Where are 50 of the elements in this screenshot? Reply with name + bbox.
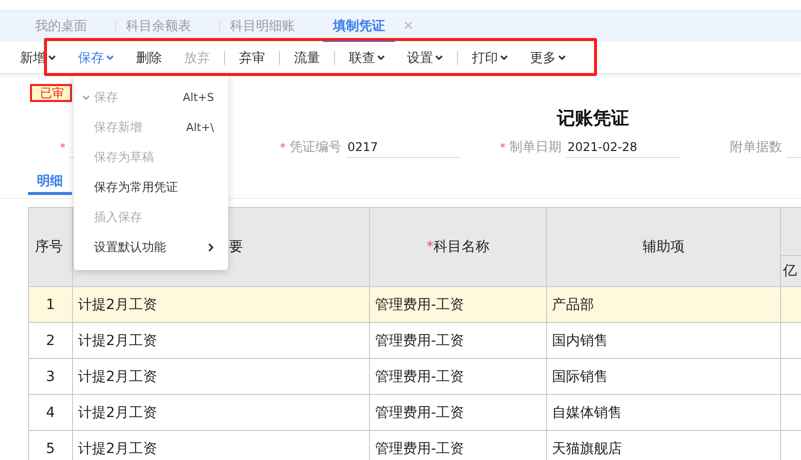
unit-label: 亿 bbox=[782, 262, 798, 280]
table-cell: 自媒体销售 bbox=[547, 395, 781, 431]
shortcut-label: Alt+\ bbox=[186, 120, 214, 134]
table-cell: 国际销售 bbox=[547, 359, 781, 395]
table-cell: 管理费用-工资 bbox=[370, 359, 547, 395]
required-mark: * bbox=[60, 140, 66, 154]
table-cell: 管理费用-工资 bbox=[370, 287, 547, 323]
toolbar-button[interactable]: 流量 bbox=[286, 48, 328, 66]
approved-stamp: 已审 bbox=[30, 84, 72, 102]
table-cell: 计提2月工资 bbox=[73, 287, 370, 323]
toolbar-button[interactable]: 弃审 bbox=[231, 48, 273, 66]
caret-icon bbox=[48, 54, 56, 60]
toolbar-button[interactable]: 删除 bbox=[128, 48, 170, 66]
required-mark: * bbox=[500, 140, 506, 154]
header-cell: 序号 bbox=[29, 208, 73, 287]
table-cell: 计提2月工资 bbox=[73, 359, 370, 395]
table-cell: 产品部 bbox=[547, 287, 781, 323]
toolbar-dropdown[interactable]: 更多 bbox=[522, 48, 574, 66]
page-tab[interactable]: 填制凭证 bbox=[323, 11, 395, 42]
input-field[interactable]: 0217 bbox=[346, 136, 460, 158]
caret-icon bbox=[500, 54, 508, 60]
required-mark: * bbox=[280, 140, 286, 154]
table-cell: 4 bbox=[29, 395, 73, 431]
menu-item[interactable]: 设置默认功能 bbox=[74, 232, 228, 262]
table-cell: 国内销售 bbox=[547, 323, 781, 359]
caret-icon bbox=[435, 54, 443, 60]
table-cell: 2 bbox=[29, 323, 73, 359]
field-label: 制单日期 bbox=[510, 139, 562, 156]
caret-icon bbox=[106, 54, 114, 60]
field-label: 附单据数 bbox=[730, 139, 782, 156]
caret-icon bbox=[558, 54, 566, 60]
voucher-title: 记账凭证 bbox=[557, 108, 629, 129]
toolbar-dropdown[interactable]: 设置 bbox=[399, 48, 451, 66]
input-field[interactable]: 2021-02-28 bbox=[566, 136, 680, 158]
table-cell: 管理费用-工资 bbox=[370, 323, 547, 359]
caret-icon bbox=[377, 54, 385, 60]
toolbar-dropdown[interactable]: 联查 bbox=[341, 48, 393, 66]
table-cell: 计提2月工资 bbox=[73, 323, 370, 359]
table-cell: 计提2月工资 bbox=[73, 395, 370, 431]
caret-icon bbox=[82, 95, 90, 101]
header-cell: *科目名称 bbox=[370, 208, 547, 287]
field-label: 凭证编号 bbox=[290, 139, 342, 156]
toolbar-dropdown[interactable]: 打印 bbox=[464, 48, 516, 66]
menu-item[interactable]: 保存为常用凭证 bbox=[74, 172, 228, 202]
table-cell: 管理费用-工资 bbox=[370, 395, 547, 431]
header-cell: 辅助项 bbox=[547, 208, 781, 287]
shortcut-label: Alt+S bbox=[182, 90, 214, 104]
table-cell: 1 bbox=[29, 287, 73, 323]
table-cell: 3 bbox=[29, 359, 73, 395]
toolbar-dropdown[interactable]: 保存 bbox=[70, 48, 122, 66]
